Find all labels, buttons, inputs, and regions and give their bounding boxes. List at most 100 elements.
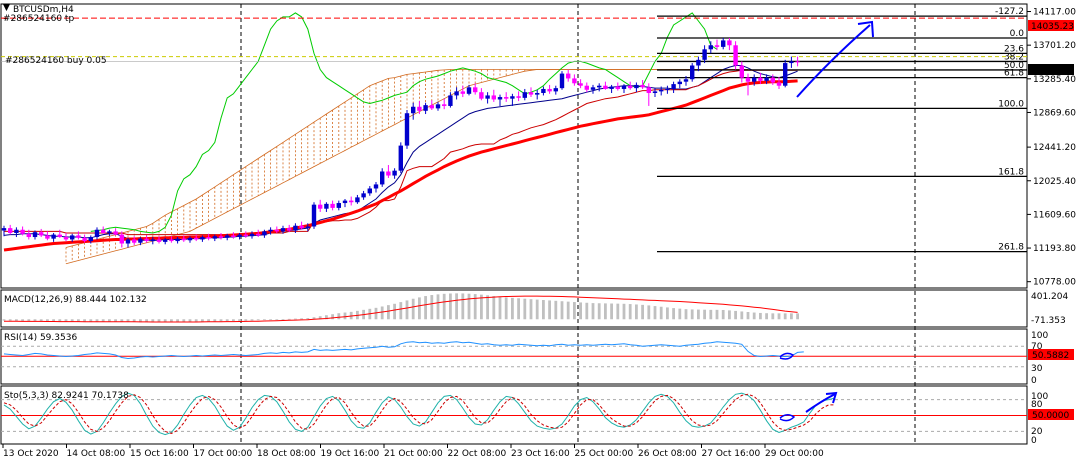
candle-body: [101, 229, 106, 233]
macd-bar: [504, 297, 508, 320]
macd-bar: [585, 302, 589, 320]
candle-body: [572, 78, 577, 84]
candle-body: [45, 235, 50, 239]
candle-body: [132, 239, 137, 243]
candle-body: [795, 61, 800, 63]
macd-bar: [777, 313, 781, 320]
candle-body: [398, 145, 403, 171]
macd-bar: [238, 319, 241, 321]
macd-bar: [548, 300, 551, 320]
candle-body: [671, 84, 676, 89]
candle-body: [256, 233, 261, 236]
macd-bar: [2, 319, 6, 321]
candle-body: [361, 193, 366, 198]
macd-bar: [455, 293, 458, 320]
candle-body: [14, 229, 19, 233]
price-tick-label: 10778.00: [1033, 278, 1076, 288]
candle-body: [541, 88, 546, 94]
candle-body: [225, 235, 230, 238]
candle-body: [448, 95, 453, 106]
macd-bar: [697, 309, 700, 320]
sto-marker-text: 50.0000: [1032, 411, 1069, 421]
price-tick-label: 11193.80: [1033, 244, 1076, 254]
candle-body: [212, 236, 217, 239]
candle-body: [733, 45, 738, 66]
candle-body: [652, 91, 658, 94]
candle-body: [485, 95, 490, 99]
candle-body: [324, 203, 329, 209]
candle-body: [318, 204, 323, 209]
macd-tick-high: 401.204: [1031, 292, 1068, 302]
macd-bar: [579, 302, 582, 320]
macd-bar: [765, 313, 768, 320]
candle-body: [783, 63, 788, 86]
macd-bar: [486, 295, 489, 320]
time-tick-label: 15 Oct 16:00: [130, 449, 189, 459]
candle-body: [516, 96, 521, 98]
candle-body: [94, 229, 100, 238]
candle-body: [231, 235, 236, 238]
candle-body: [646, 87, 651, 94]
price-tick-label: 13701.20: [1033, 41, 1076, 51]
macd-bar: [207, 319, 210, 322]
time-tick-label: 21 Oct 00:00: [384, 449, 443, 459]
macd-bar: [672, 308, 675, 320]
candle-body: [119, 234, 124, 244]
macd-bar: [467, 293, 471, 320]
macd-bar: [380, 306, 384, 320]
macd-bar: [232, 319, 235, 322]
macd-bar: [511, 297, 514, 320]
candle-body: [237, 234, 242, 238]
candle-body: [20, 229, 25, 234]
macd-bar: [690, 309, 694, 320]
macd-bar: [728, 310, 731, 320]
candle-body: [702, 49, 707, 60]
candle-body: [621, 85, 627, 89]
candle-body: [640, 84, 645, 88]
candle-body: [150, 239, 155, 242]
macd-bar: [343, 312, 347, 320]
price-tick-label: 12441.20: [1033, 143, 1076, 153]
candle-body: [39, 232, 44, 236]
macd-bar: [256, 319, 260, 321]
time-tick-label: 25 Oct 00:00: [575, 449, 634, 459]
fib-label-1: 0.0: [1010, 29, 1025, 39]
macd-bar: [591, 303, 595, 320]
fib-label-6: 100.0: [998, 99, 1024, 109]
candle-body: [460, 91, 465, 94]
rsi-marker-text: 50.5882: [1032, 351, 1069, 361]
candle-body: [535, 93, 540, 95]
tp-price-box: 14035.23: [1028, 20, 1074, 32]
candle-body: [125, 239, 131, 244]
macd-bar: [281, 319, 285, 320]
candle-body: [181, 238, 186, 241]
macd-bar: [294, 318, 297, 320]
symbol-dropdown-icon[interactable]: ▼: [3, 3, 10, 13]
macd-bar: [331, 314, 334, 320]
macd-bar: [560, 301, 564, 320]
price-axis: 14117.00 13701.20 13285.40 12869.60 12441.20…: [1027, 8, 1076, 288]
macd-bar: [418, 297, 421, 320]
macd-bar: [461, 293, 465, 320]
sto-tick-80: 80: [1031, 400, 1043, 410]
candle-body: [510, 96, 515, 99]
candle-body: [169, 239, 174, 242]
macd-bar: [783, 313, 787, 320]
macd-bar: [715, 309, 719, 320]
tp-order-label: #286524160 tp: [3, 14, 74, 24]
macd-bar: [492, 296, 496, 320]
chart-canvas: -127.20.023.638.250.061.8100.0161.8261.8…: [0, 0, 1076, 464]
candle-body: [745, 77, 751, 82]
macd-bar: [647, 305, 651, 320]
candle-body: [578, 83, 583, 86]
candle-body: [8, 228, 13, 233]
current-price-box: 13496.59: [1028, 64, 1074, 76]
time-tick-label: 19 Oct 16:00: [321, 449, 380, 459]
macd-bar: [219, 319, 223, 322]
candle-body: [386, 171, 391, 176]
candle-body: [789, 61, 794, 64]
time-tick-label: 17 Oct 00:00: [194, 449, 253, 459]
candle-body: [473, 87, 478, 93]
macd-title: MACD(12,26,9) 88.444 102.132: [4, 295, 147, 305]
macd-bar: [635, 304, 638, 320]
